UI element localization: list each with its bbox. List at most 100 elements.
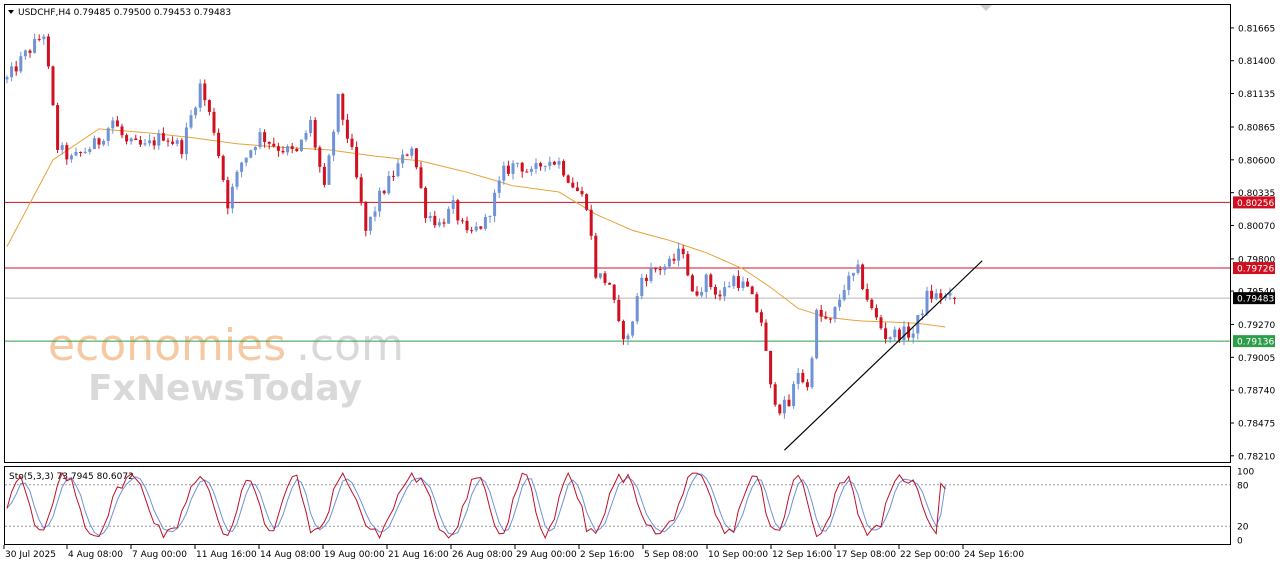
candle-bear: [870, 299, 874, 309]
candle-bull: [451, 200, 455, 209]
candle-bull: [493, 192, 497, 217]
time-tick-label: 7 Aug 00:00: [132, 550, 187, 560]
candle-bear: [787, 399, 791, 407]
symbol-ohlc-header: USDCHF,H4 0.79485 0.79500 0.79453 0.7948…: [18, 8, 231, 18]
trendline-layer[interactable]: [783, 260, 983, 451]
candle-bull: [704, 274, 708, 293]
candle-bear: [97, 138, 101, 145]
ascending-trendline[interactable]: [783, 260, 983, 451]
price-tick-label: 0.80070: [1238, 222, 1275, 232]
candle-bear: [180, 140, 184, 155]
candle-bear: [718, 294, 722, 297]
candle-bear: [382, 190, 386, 194]
candle-bear: [690, 275, 694, 292]
candle-bull: [948, 293, 952, 296]
price-axis: 0.816650.814000.811350.808650.806000.803…: [1230, 24, 1275, 462]
candle-bull: [88, 149, 92, 152]
candle-bear: [874, 308, 878, 318]
candle-bear: [672, 258, 676, 261]
time-tick-label: 17 Sep 08:00: [836, 550, 896, 560]
candle-bull: [332, 131, 336, 156]
candle-bear: [594, 235, 598, 278]
candle-bear: [589, 209, 593, 236]
candle-bull: [810, 358, 814, 388]
candle-bear: [419, 167, 423, 188]
candle-bull: [796, 372, 800, 384]
candle-bear: [805, 382, 809, 388]
candle-bear: [272, 143, 276, 147]
candle-bear: [56, 105, 60, 150]
candle-bear: [709, 274, 713, 287]
candle-bull: [102, 140, 106, 145]
candle-bull: [368, 216, 372, 231]
candle-bear: [713, 286, 717, 295]
candle-bear: [212, 111, 216, 133]
candle-bear: [539, 163, 543, 167]
candle-bear: [465, 220, 469, 231]
candle-bear: [79, 151, 83, 153]
candle-bear: [603, 273, 607, 283]
candle-bull: [401, 154, 405, 164]
candle-bear: [318, 147, 322, 167]
candle-bull: [497, 180, 501, 193]
candle-bear: [865, 289, 869, 300]
candle-bear: [171, 141, 175, 144]
candle-bull: [598, 273, 602, 278]
time-tick-label: 12 Sep 16:00: [772, 550, 832, 560]
candle-bull: [529, 168, 533, 172]
candle-bear: [226, 180, 230, 209]
candle-bear: [405, 154, 409, 156]
time-tick-label: 4 Aug 08:00: [68, 550, 123, 560]
price-level-tag-label: 0.79726: [1237, 265, 1274, 275]
candle-bear: [433, 215, 437, 226]
candle-bull: [198, 83, 202, 108]
time-tick-label: 29 Aug 00:00: [516, 550, 577, 560]
candle-bear: [456, 200, 460, 221]
candle-bear: [520, 162, 524, 172]
candle-bear: [552, 161, 556, 165]
chart-container[interactable]: economies .com FxNewsToday USDCHF,H4 0.7…: [0, 0, 1280, 567]
candle-bull: [741, 281, 745, 288]
candle-bear: [695, 291, 699, 296]
time-tick-label: 21 Aug 16:00: [388, 550, 449, 560]
candle-bear: [221, 156, 225, 181]
candle-bull: [727, 286, 731, 288]
candle-bull: [23, 50, 27, 57]
candle-bull: [106, 128, 110, 141]
candle-bear: [778, 404, 782, 414]
candle-bull: [851, 272, 855, 276]
price-tick-label: 0.81665: [1238, 24, 1275, 34]
chart-svg[interactable]: economies .com FxNewsToday USDCHF,H4 0.7…: [0, 0, 1280, 567]
scroll-marker-icon[interactable]: [980, 5, 992, 11]
candle-bull: [893, 329, 897, 338]
candle-bull: [428, 215, 432, 219]
candle-bull: [60, 145, 64, 150]
candle-bull: [304, 133, 308, 140]
candle-bull: [240, 162, 244, 172]
candle-bull: [129, 138, 133, 142]
candle-bull: [83, 151, 87, 153]
time-axis: 30 Jul 2025 4 Aug 08:00 7 Aug 00:00 11 Aug …: [3, 545, 1024, 560]
candle-bear: [828, 318, 832, 320]
candle-bear: [750, 286, 754, 295]
candle-bull: [33, 38, 37, 53]
candle-bear: [681, 248, 685, 255]
candle-bull: [69, 155, 73, 160]
watermark-brand-orange: economies: [48, 320, 286, 371]
candle-bear: [608, 282, 612, 285]
stochastic-tick-label: 100: [1237, 468, 1254, 478]
candle-bear: [764, 322, 768, 351]
price-tick-label: 0.81400: [1238, 57, 1275, 67]
candle-bear: [621, 321, 625, 340]
candle-bull: [700, 292, 704, 296]
candle-bull: [42, 36, 46, 40]
symbol-dropdown-icon[interactable]: [8, 10, 14, 14]
candle-bull: [184, 127, 188, 155]
candle-bull: [543, 165, 547, 167]
candle-bull: [148, 140, 152, 144]
time-tick-label: 14 Aug 08:00: [260, 550, 321, 560]
candle-bear: [203, 83, 207, 101]
candle-bear: [580, 190, 584, 195]
candle-bull: [663, 266, 667, 271]
price-tick-label: 0.79005: [1238, 354, 1275, 364]
